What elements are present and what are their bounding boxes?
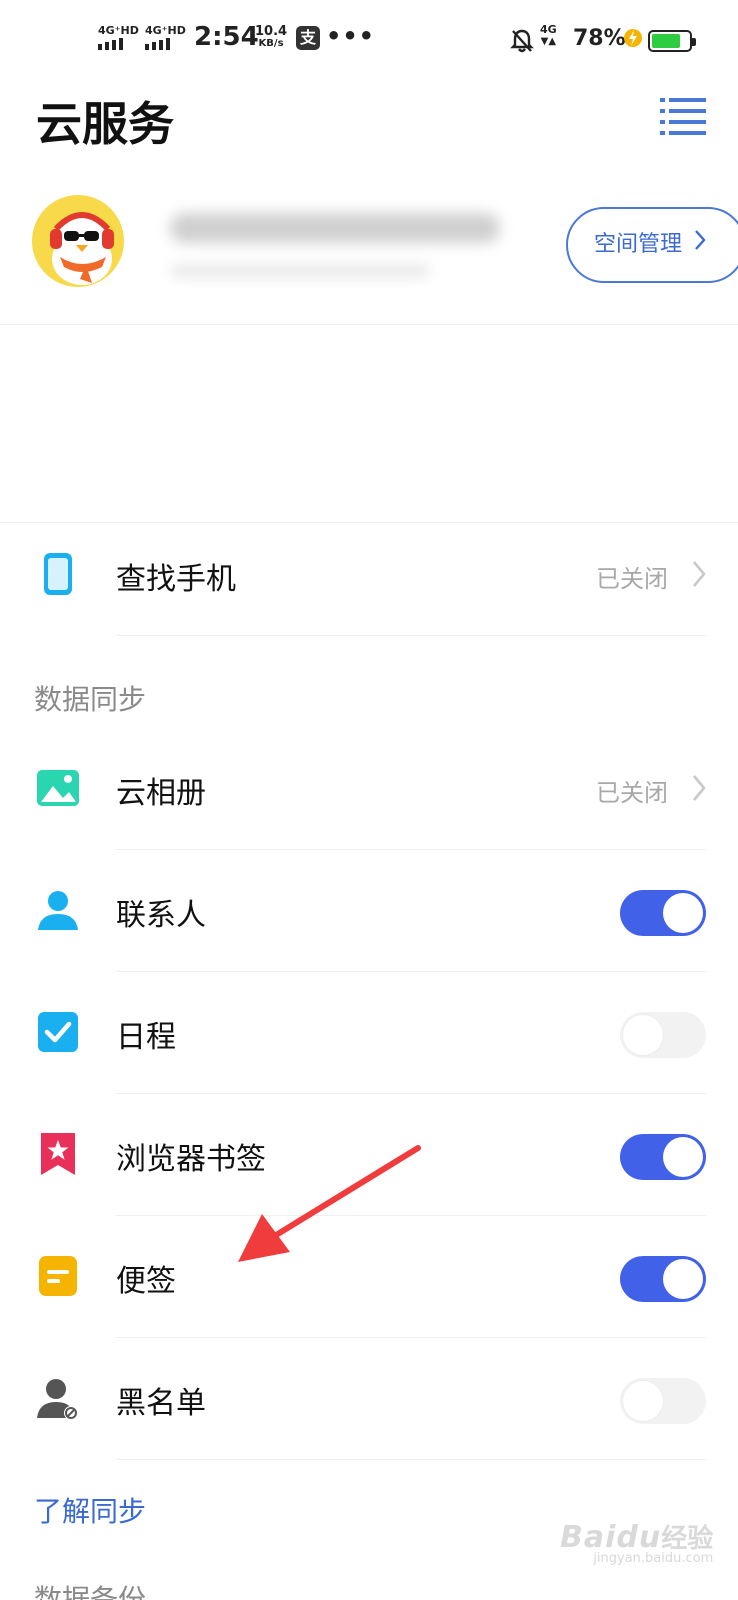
battery-icon [648, 30, 696, 52]
chevron-right-icon [694, 209, 706, 281]
clock: 2:54 [194, 22, 259, 52]
mobile-data-indicator: 4G ▼▲ [540, 23, 557, 48]
penguin-avatar-icon[interactable] [32, 195, 124, 287]
blacklist-icon [37, 1379, 78, 1420]
find-phone-status: 已关闭 [596, 565, 668, 593]
sync-item-label: 日程 [116, 1020, 176, 1055]
account-name-blurred [170, 213, 500, 243]
battery-fill [652, 34, 681, 48]
sync-item-status: 已关闭 [596, 779, 668, 807]
charging-bolt-icon [624, 29, 642, 47]
notes-toggle[interactable] [620, 1256, 706, 1302]
bell-muted-icon [510, 29, 534, 53]
calendar-toggle[interactable] [620, 1012, 706, 1058]
contact-icon [38, 891, 78, 930]
signal-bars-icon [98, 38, 123, 50]
status-bar: 4G⁺HD 4G⁺HD 2:54 10.4 KB/s 支 ••• 4G ▼▲ 7… [0, 0, 738, 84]
sim2-label: 4G⁺HD [145, 24, 186, 37]
sync-item-browser-bookmarks[interactable]: 浏览器书签 [0, 1094, 738, 1216]
list-menu-icon[interactable] [660, 96, 706, 136]
sim1-label: 4G⁺HD [98, 24, 139, 37]
baidu-watermark: Baidu经验 jingyan.baidu.com [560, 1518, 713, 1566]
phone-icon [44, 553, 72, 595]
network-type: 4G [540, 23, 557, 36]
bookmark-icon [41, 1133, 75, 1175]
sync-item-notes[interactable]: 便签 [0, 1216, 738, 1338]
chevron-right-icon [693, 775, 706, 801]
watermark-brand-cn: 经验 [661, 1524, 714, 1554]
watermark-brand: Bai [560, 1520, 617, 1555]
alipay-icon: 支 [296, 26, 320, 50]
chevron-right-icon [693, 561, 706, 587]
sync-item-label: 浏览器书签 [116, 1142, 266, 1177]
sync-item-label: 联系人 [116, 898, 206, 933]
sync-item-contacts[interactable]: 联系人 [0, 850, 738, 972]
speed-value: 10.4 [255, 24, 288, 39]
network-speed: 10.4 KB/s [255, 24, 288, 50]
sync-item-cloud-album[interactable]: 云相册 已关闭 [0, 728, 738, 850]
watermark-paw: du [616, 1520, 662, 1555]
find-phone-label: 查找手机 [116, 562, 236, 597]
space-management-button[interactable]: 空间管理 [566, 207, 738, 283]
more-notifications-icon: ••• [326, 22, 376, 50]
page-title: 云服务 [36, 97, 174, 151]
bookmarks-toggle[interactable] [620, 1134, 706, 1180]
sync-item-label: 黑名单 [116, 1386, 206, 1421]
section-label-sync: 数据同步 [34, 683, 147, 716]
sync-item-calendar[interactable]: 日程 [0, 972, 738, 1094]
account-card[interactable]: 空间管理 [0, 185, 738, 325]
speed-unit: KB/s [258, 38, 284, 49]
sync-item-label: 云相册 [116, 776, 206, 811]
calendar-check-icon [38, 1012, 78, 1052]
account-id-blurred [170, 263, 430, 279]
section-label-backup: 数据备份 [34, 1583, 147, 1600]
photo-icon [37, 770, 79, 806]
note-icon [39, 1256, 77, 1296]
contacts-toggle[interactable] [620, 890, 706, 936]
find-phone-row[interactable]: 查找手机 已关闭 [0, 514, 738, 636]
learn-sync-link[interactable]: 了解同步 [34, 1490, 146, 1530]
blacklist-toggle[interactable] [620, 1378, 706, 1424]
sync-item-label: 便签 [116, 1264, 176, 1299]
signal-bars-icon [145, 38, 170, 50]
battery-percent: 78% [573, 26, 626, 51]
space-management-label: 空间管理 [594, 232, 683, 257]
sync-item-blacklist[interactable]: 黑名单 [0, 1338, 738, 1460]
